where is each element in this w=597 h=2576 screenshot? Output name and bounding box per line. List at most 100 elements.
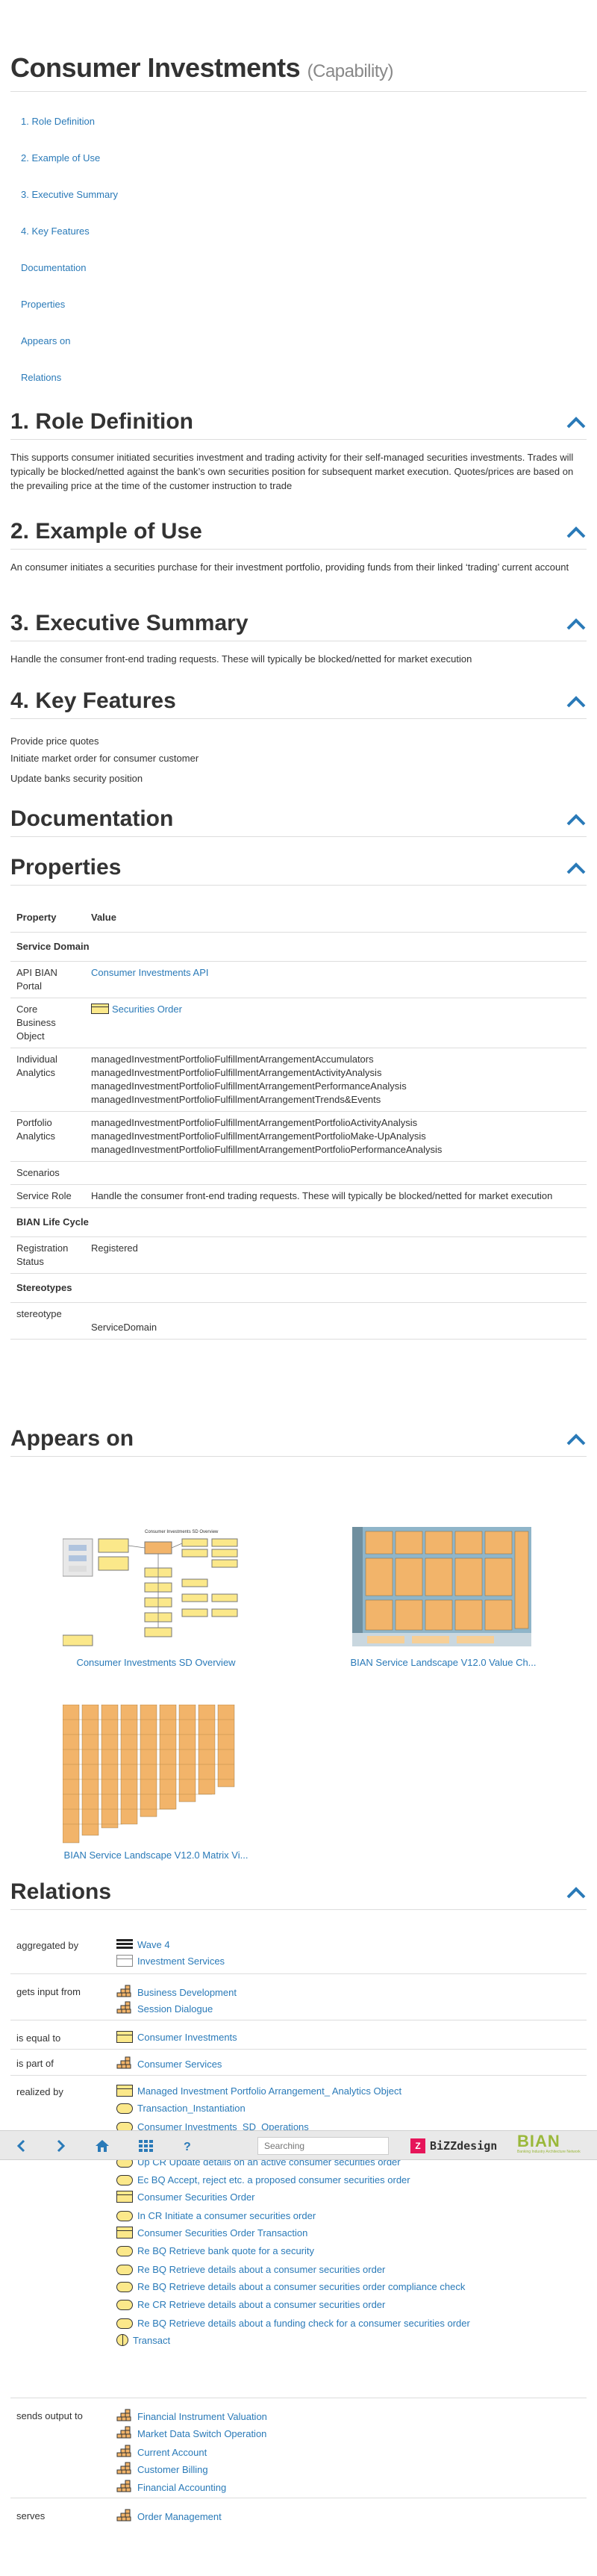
event-icon	[116, 2265, 133, 2279]
relation-link[interactable]: Financial Accounting	[137, 2482, 226, 2493]
toc-link-executive-summary[interactable]: 3. Executive Summary	[21, 189, 118, 225]
relation-link[interactable]: Consumer Services	[137, 2059, 222, 2070]
property-key: Individual Analytics	[10, 1048, 85, 1112]
relation-item[interactable]: Consumer Securities Order Transaction	[116, 2227, 307, 2242]
property-value: Handle the consumer front-end trading re…	[85, 1184, 587, 1208]
relation-item[interactable]: Session Dialogue	[116, 2001, 213, 2018]
relation-link[interactable]: Re BQ Retrieve details about a funding c…	[137, 2318, 470, 2329]
relation-item[interactable]: Consumer Services	[116, 2056, 222, 2073]
relation-link[interactable]: In CR Initiate a consumer securities ord…	[137, 2210, 316, 2221]
diagram-caption[interactable]: BIAN Service Landscape V12.0 Value Ch...	[339, 1657, 548, 1668]
core-business-object-link[interactable]: Securities Order	[112, 1004, 182, 1015]
relation-link[interactable]: Customer Billing	[137, 2464, 208, 2475]
relation-item[interactable]: Re BQ Retrieve details about a funding c…	[116, 2317, 470, 2333]
relation-item[interactable]: Wave 4	[116, 1938, 170, 1954]
toc-link-key-features[interactable]: 4. Key Features	[21, 225, 118, 262]
property-key: Scenarios	[10, 1161, 85, 1185]
diagram-caption[interactable]: Consumer Investments SD Overview	[63, 1657, 249, 1668]
diagram-caption[interactable]: BIAN Service Landscape V12.0 Matrix Vi..…	[40, 1849, 272, 1861]
property-key: Service Role	[10, 1184, 85, 1208]
chevron-up-icon[interactable]	[566, 812, 587, 827]
relation-link[interactable]: Consumer Investments	[137, 2032, 237, 2043]
bizzdesign-logo[interactable]: Z BiZZdesign	[410, 2138, 497, 2153]
property-value: ServiceDomain	[85, 1302, 587, 1340]
chevron-up-icon[interactable]	[566, 694, 587, 709]
relation-link[interactable]: Current Account	[137, 2447, 207, 2458]
toc-link-role-definition[interactable]: 1. Role Definition	[21, 116, 118, 152]
forward-arrow-icon[interactable]	[52, 2138, 69, 2153]
relation-link[interactable]: Managed Investment Portfolio Arrangement…	[137, 2085, 401, 2097]
api-portal-link[interactable]: Consumer Investments API	[91, 967, 209, 978]
toc-link-example-of-use[interactable]: 2. Example of Use	[21, 152, 118, 189]
relation-link[interactable]: Re BQ Retrieve details about a consumer …	[137, 2264, 385, 2275]
help-icon[interactable]: ?	[179, 2138, 196, 2153]
svg-text:?: ?	[184, 2141, 191, 2153]
relation-item[interactable]: Re BQ Retrieve details about a consumer …	[116, 2263, 385, 2279]
home-icon[interactable]	[94, 2138, 110, 2153]
relation-link[interactable]: Consumer Securities Order	[137, 2191, 255, 2203]
grid-icon[interactable]	[137, 2138, 154, 2153]
transaction-icon	[116, 2334, 128, 2350]
column-header-value: Value	[85, 903, 587, 933]
property-value: Registered	[85, 1236, 587, 1274]
function-icon	[116, 2227, 133, 2242]
relation-item[interactable]: Re BQ Retrieve details about a consumer …	[116, 2280, 465, 2296]
diagram-thumbnail-sd-overview[interactable]: Consumer Investments SD Overview	[63, 1527, 249, 1654]
relation-link[interactable]: Transact	[133, 2335, 170, 2346]
bian-tagline: Banking Industry Architecture Network	[517, 2150, 581, 2154]
capability-icon	[116, 2426, 133, 2443]
relation-link[interactable]: Re BQ Retrieve details about a consumer …	[137, 2281, 465, 2292]
back-arrow-icon[interactable]	[13, 2138, 30, 2153]
bian-logo[interactable]: BIAN Banking Industry Architecture Netwo…	[517, 2133, 584, 2159]
event-icon	[116, 2300, 133, 2314]
relation-link[interactable]: Consumer Securities Order Transaction	[137, 2227, 307, 2239]
search-input[interactable]	[257, 2137, 389, 2155]
relation-item[interactable]: Transaction_Instantiation	[116, 2102, 246, 2118]
relation-link[interactable]: Session Dialogue	[137, 2003, 213, 2015]
relation-link[interactable]: Re CR Retrieve details about a consumer …	[137, 2299, 385, 2310]
toc-link-properties[interactable]: Properties	[21, 299, 118, 335]
relation-item[interactable]: Order Management	[116, 2509, 222, 2526]
relation-link[interactable]: Financial Instrument Valuation	[137, 2411, 267, 2422]
relation-item[interactable]: Market Data Switch Operation	[116, 2426, 266, 2443]
diagram-thumbnail-value-chain[interactable]	[352, 1527, 531, 1646]
relation-item[interactable]: Consumer Securities Order	[116, 2191, 255, 2206]
relation-item[interactable]: Managed Investment Portfolio Arrangement…	[116, 2085, 401, 2100]
chevron-up-icon[interactable]	[566, 525, 587, 540]
relation-item[interactable]: Current Account	[116, 2445, 207, 2462]
toc-link-relations[interactable]: Relations	[21, 372, 118, 408]
relation-item[interactable]: Financial Instrument Valuation	[116, 2409, 267, 2426]
function-icon	[116, 2031, 133, 2047]
relation-item[interactable]: Re CR Retrieve details about a consumer …	[116, 2298, 385, 2314]
chevron-up-icon[interactable]	[566, 617, 587, 632]
relation-item[interactable]: Re BQ Retrieve bank quote for a security	[116, 2244, 314, 2260]
relation-link[interactable]: Order Management	[137, 2511, 222, 2522]
relation-link[interactable]: Market Data Switch Operation	[137, 2428, 266, 2439]
chevron-up-icon[interactable]	[566, 415, 587, 430]
relation-link[interactable]: Wave 4	[137, 1939, 170, 1950]
section-header: Documentation	[10, 806, 587, 837]
relation-item[interactable]: In CR Initiate a consumer securities ord…	[116, 2209, 316, 2225]
chevron-up-icon[interactable]	[566, 1432, 587, 1447]
relation-link[interactable]: Investment Services	[137, 1956, 225, 1967]
relation-item[interactable]: Ec BQ Accept, reject etc. a proposed con…	[116, 2174, 410, 2189]
relation-item[interactable]: Investment Services	[116, 1955, 225, 1970]
capability-icon	[116, 2001, 133, 2018]
relation-link[interactable]: Business Development	[137, 1987, 237, 1998]
toc-link-documentation[interactable]: Documentation	[21, 262, 118, 299]
relation-item[interactable]: Business Development	[116, 1985, 237, 2002]
property-key: stereotype	[10, 1302, 85, 1340]
relation-link[interactable]: Ec BQ Accept, reject etc. a proposed con…	[137, 2174, 410, 2185]
relation-link[interactable]: Transaction_Instantiation	[137, 2103, 246, 2114]
group-label: Service Domain	[10, 932, 587, 962]
relation-link[interactable]: Re BQ Retrieve bank quote for a security	[137, 2245, 314, 2256]
chevron-up-icon[interactable]	[566, 1885, 587, 1900]
diagram-thumbnail-matrix-view[interactable]	[63, 1705, 249, 1847]
relation-item[interactable]: Consumer Investments	[116, 2031, 237, 2047]
relation-item[interactable]: Customer Billing	[116, 2462, 208, 2479]
relation-item[interactable]: Financial Accounting	[116, 2480, 226, 2497]
toc-link-appears-on[interactable]: Appears on	[21, 335, 118, 372]
relation-item[interactable]: Transact	[116, 2334, 170, 2350]
section-key-features: 4. Key Features Provide price quotes Ini…	[10, 688, 587, 785]
chevron-up-icon[interactable]	[566, 861, 587, 876]
